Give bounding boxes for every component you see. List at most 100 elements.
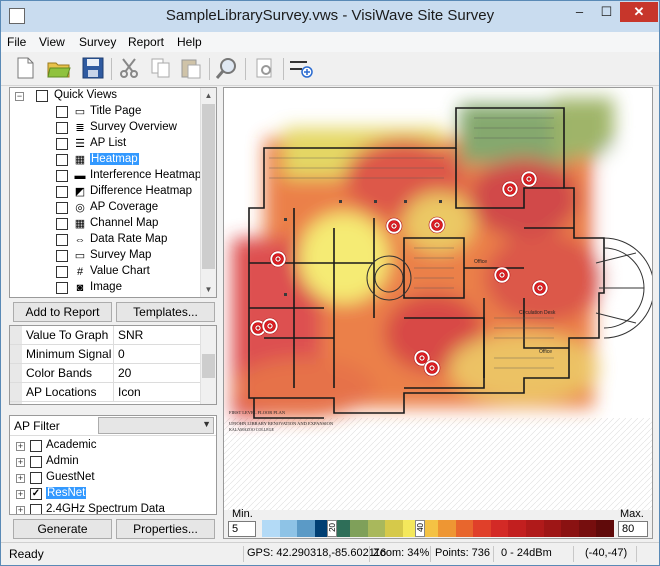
checkbox[interactable]: [30, 456, 42, 468]
ap-marker-icon[interactable]: [385, 217, 403, 235]
ap-filter-item[interactable]: + ✓ ResNet: [10, 486, 200, 502]
checkbox[interactable]: [56, 186, 68, 198]
templates-button[interactable]: Templates...: [116, 302, 215, 322]
tree-item[interactable]: ≣ Survey Overview: [10, 120, 200, 136]
tree-item[interactable]: ◩ Difference Heatmap: [10, 184, 200, 200]
expand-icon[interactable]: +: [16, 506, 25, 514]
tree-item[interactable]: ▭ Title Page: [10, 104, 200, 120]
tree-item[interactable]: ▭ Survey Map: [10, 248, 200, 264]
expand-icon[interactable]: +: [16, 442, 25, 451]
checkbox[interactable]: [56, 122, 68, 134]
status-points: Points: 736: [435, 547, 491, 559]
ap-filter-item[interactable]: + Admin: [10, 454, 200, 470]
ap-filter-item[interactable]: + Academic: [10, 438, 200, 454]
scroll-thumb[interactable]: [202, 104, 215, 269]
property-value[interactable]: SNR: [115, 326, 143, 345]
menu-survey[interactable]: Survey: [79, 35, 116, 49]
tree-root[interactable]: − Quick Views: [10, 88, 200, 104]
scale-min-input[interactable]: 5: [228, 521, 256, 537]
view-icon: ☰: [75, 138, 85, 150]
property-value[interactable]: Icon: [115, 383, 141, 402]
scroll-thumb[interactable]: [202, 354, 215, 378]
ap-filter-item[interactable]: + GuestNet: [10, 470, 200, 486]
checkbox[interactable]: [30, 440, 42, 452]
ap-filter-item[interactable]: +2.4GHz Spectrum Data: [10, 502, 200, 514]
save-icon[interactable]: [81, 57, 105, 81]
properties-icon[interactable]: [253, 57, 277, 81]
ap-marker-icon[interactable]: [520, 170, 538, 188]
property-row[interactable]: AP Locations Icon: [10, 383, 200, 402]
ap-marker-icon[interactable]: [428, 216, 446, 234]
new-document-icon[interactable]: [13, 57, 37, 81]
checkbox[interactable]: [56, 218, 68, 230]
property-row[interactable]: Minimum Signal 0: [10, 345, 200, 364]
ap-marker-icon[interactable]: [531, 279, 549, 297]
ap-marker-icon[interactable]: [493, 266, 511, 284]
cut-icon[interactable]: [117, 57, 141, 81]
checkbox[interactable]: [30, 504, 42, 514]
zoom-icon[interactable]: [215, 57, 239, 81]
copy-icon[interactable]: [149, 57, 173, 81]
tree-item[interactable]: ☰ AP List: [10, 136, 200, 152]
menu-view[interactable]: View: [39, 35, 65, 49]
ap-marker-icon[interactable]: [501, 180, 519, 198]
ap-marker-icon[interactable]: [261, 317, 279, 335]
scroll-down-icon[interactable]: ▼: [201, 282, 216, 297]
checkbox[interactable]: [56, 250, 68, 262]
heatmap-view[interactable]: Circulation Desk Office Office FIRST LEV…: [223, 87, 653, 539]
checkbox[interactable]: ✓: [30, 488, 42, 500]
minimize-button[interactable]: –: [566, 2, 593, 22]
heatmap-canvas[interactable]: Circulation Desk Office Office FIRST LEV…: [224, 88, 652, 510]
tree-item[interactable]: ▦ Heatmap: [10, 152, 200, 168]
tree-item[interactable]: ◎ AP Coverage: [10, 200, 200, 216]
add-route-icon[interactable]: [289, 57, 313, 81]
scroll-up-icon[interactable]: ▲: [201, 88, 216, 103]
paste-icon[interactable]: [179, 57, 203, 81]
tree-item-label: Interference Heatmap: [90, 169, 202, 181]
generate-report-button[interactable]: Generate Report...: [13, 519, 112, 554]
checkbox[interactable]: [56, 266, 68, 278]
tree-scrollbar[interactable]: ▲ ▼: [200, 88, 216, 297]
menu-help[interactable]: Help: [177, 35, 202, 49]
property-row[interactable]: Color Bands 20: [10, 364, 200, 383]
checkbox[interactable]: [56, 202, 68, 214]
expand-icon[interactable]: +: [16, 490, 25, 499]
tree-item-label: Difference Heatmap: [90, 185, 193, 197]
menu-report[interactable]: Report: [128, 35, 164, 49]
maximize-button[interactable]: ☐: [593, 2, 620, 22]
expand-icon[interactable]: +: [16, 458, 25, 467]
open-folder-icon[interactable]: [47, 57, 71, 81]
checkbox[interactable]: [56, 138, 68, 150]
property-row[interactable]: Value To Graph SNR: [10, 326, 200, 345]
close-button[interactable]: ✕: [620, 2, 658, 22]
checkbox[interactable]: [56, 154, 68, 166]
checkbox[interactable]: [56, 106, 68, 118]
color-band: [297, 520, 316, 537]
ap-marker-icon[interactable]: [423, 359, 441, 377]
add-to-report-button[interactable]: Add to Report: [13, 302, 112, 322]
collapse-icon[interactable]: −: [15, 92, 24, 101]
view-icon: ▭: [74, 106, 86, 118]
properties-button[interactable]: Properties...: [116, 519, 215, 539]
tree-item[interactable]: ▦ Channel Map: [10, 216, 200, 232]
tree-item[interactable]: ◙ Image: [10, 280, 200, 296]
ap-filter-combo[interactable]: ▼: [98, 417, 214, 434]
tree-item[interactable]: ⇔ Data Rate Map: [10, 232, 200, 248]
properties-scrollbar[interactable]: [200, 326, 216, 404]
ap-marker-icon[interactable]: [269, 250, 287, 268]
tree-item[interactable]: ▬ Interference Heatmap: [10, 168, 202, 184]
expand-icon[interactable]: +: [16, 474, 25, 483]
checkbox[interactable]: [56, 234, 68, 246]
scale-marker[interactable]: 40: [415, 520, 426, 537]
tree-item[interactable]: # Value Chart: [10, 264, 200, 280]
property-value[interactable]: 20: [115, 364, 131, 383]
menu-file[interactable]: File: [7, 35, 26, 49]
plan-caption: FIRST LEVEL FLOOR PLAN: [229, 410, 286, 415]
checkbox[interactable]: [36, 90, 48, 102]
scale-marker[interactable]: 20: [327, 520, 338, 537]
checkbox[interactable]: [56, 282, 68, 294]
checkbox[interactable]: [56, 170, 68, 182]
property-value[interactable]: 0: [115, 345, 125, 364]
checkbox[interactable]: [30, 472, 42, 484]
scale-max-input[interactable]: 80: [618, 521, 648, 537]
